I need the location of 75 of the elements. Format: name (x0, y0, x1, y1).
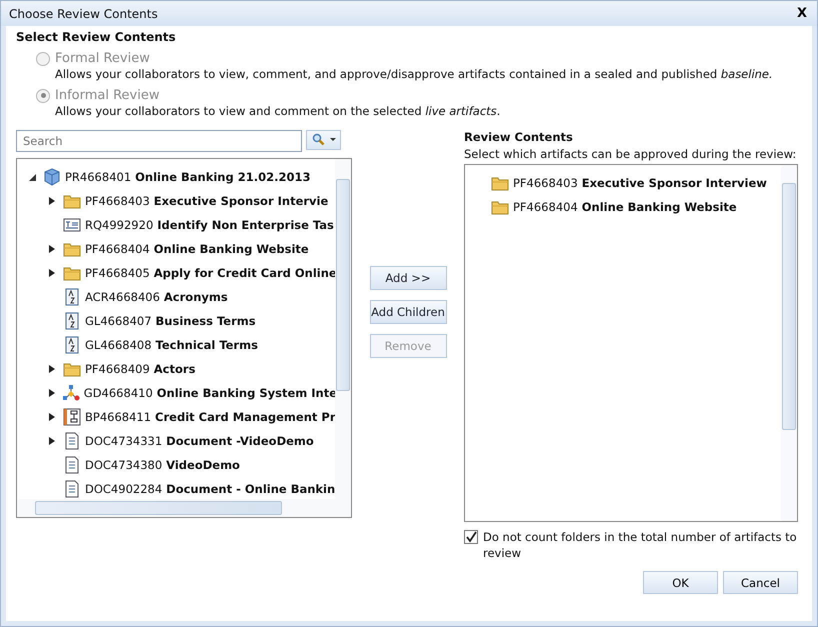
artifact-id: PF4668405 (85, 266, 150, 280)
document-icon (63, 432, 81, 450)
artifact-id: PF4668404 (513, 200, 578, 214)
expand-arrow-icon[interactable] (47, 244, 57, 254)
folder-icon (63, 265, 81, 281)
folder-icon (63, 361, 81, 377)
diagram-icon (62, 384, 80, 402)
close-button[interactable]: X (794, 6, 809, 21)
artifact-id: ACR4668406 (85, 290, 160, 304)
artifact-id: RQ4992920 (85, 218, 154, 232)
folder-icon (491, 199, 509, 215)
glossary-icon (63, 312, 81, 330)
horizontal-scrollbar[interactable] (17, 499, 351, 517)
artifact-id: DOC4734331 (85, 434, 162, 448)
artifact-name: Apply for Credit Card Online (154, 266, 337, 280)
process-icon (63, 408, 81, 426)
artifact-name: Technical Terms (156, 338, 258, 352)
artifact-id: GD4668410 (84, 386, 153, 400)
expand-arrow-icon[interactable] (47, 196, 57, 206)
radio-label: Formal Review (55, 51, 150, 66)
artifact-name: Online Banking 21.02.2013 (135, 170, 310, 184)
radio-label: Informal Review (55, 88, 160, 103)
document-icon (63, 456, 81, 474)
artifact-id: PF4668403 (513, 176, 578, 190)
artifact-name: Document - Online Bankin (166, 482, 336, 496)
vertical-scrollbar[interactable] (781, 165, 797, 521)
artifact-name: Business Terms (156, 314, 256, 328)
artifact-name: Document -VideoDemo (166, 434, 314, 448)
expand-arrow-icon[interactable] (47, 388, 57, 398)
glossary-icon (63, 336, 81, 354)
artifact-id: PR4668401 (65, 170, 132, 184)
artifact-name: Online Banking Website (582, 200, 737, 214)
checkbox[interactable] (464, 530, 478, 544)
cube-icon (43, 168, 61, 186)
artifact-name: Online Banking Website (154, 242, 309, 256)
description-text: Allows your collaborators to view and comment on the selected live artifacts. (55, 104, 502, 118)
panel-title: Review Contents (464, 130, 574, 144)
artifact-id: GL4668407 (85, 314, 152, 328)
folder-icon (63, 193, 81, 209)
window-title: Choose Review Contents (9, 6, 158, 20)
artifact-name: VideoDemo (166, 458, 240, 472)
panel-subtitle: Select which artifacts can be approved during the review: (464, 147, 798, 161)
artifact-name: Identify Non Enterprise Tas (157, 218, 334, 232)
section-title: Select Review Contents (16, 30, 177, 44)
document-icon (63, 480, 81, 498)
cancel-button[interactable]: Cancel (723, 571, 798, 594)
folder-icon (491, 175, 509, 191)
artifact-id: PF4668409 (85, 362, 150, 376)
artifact-name: Executive Sponsor Intervie (154, 194, 328, 208)
ok-button[interactable]: OK (643, 571, 718, 594)
action-button[interactable]: Add >> (370, 266, 446, 290)
artifact-id: BP4668411 (85, 410, 152, 424)
expand-arrow-icon[interactable] (47, 268, 57, 278)
artifact-id: DOC4734380 (85, 458, 162, 472)
artifact-name: Credit Card Management Pr (155, 410, 336, 424)
expand-arrow-icon[interactable] (47, 412, 57, 422)
artifact-id: GL4668408 (85, 338, 152, 352)
expand-arrow-icon[interactable] (47, 364, 57, 374)
search-field[interactable]: Search (16, 130, 302, 152)
glossary-icon (63, 288, 81, 306)
description-text: Allows your collaborators to view, comment, and approve/disapprove artifacts contained in a sealed and published baseline. (55, 67, 774, 81)
vertical-scrollbar[interactable] (335, 159, 351, 499)
artifact-name: Executive Sponsor Interview (582, 176, 767, 190)
artifact-id: DOC4902284 (85, 482, 162, 496)
artifact-id: PF4668403 (85, 194, 150, 208)
artifact-id: PF4668404 (85, 242, 150, 256)
expand-arrow-icon[interactable] (47, 436, 57, 446)
collapse-arrow-icon[interactable] (27, 172, 37, 182)
folder-icon (63, 241, 81, 257)
checkbox-label: Do not count folders in the total number of artifacts to review (483, 529, 798, 561)
artifact-name: Actors (154, 362, 196, 376)
artifact-name: Acronyms (164, 290, 228, 304)
text-document-icon (63, 217, 81, 233)
search-options-button[interactable] (306, 130, 341, 150)
action-button[interactable]: Add Children (370, 300, 446, 324)
